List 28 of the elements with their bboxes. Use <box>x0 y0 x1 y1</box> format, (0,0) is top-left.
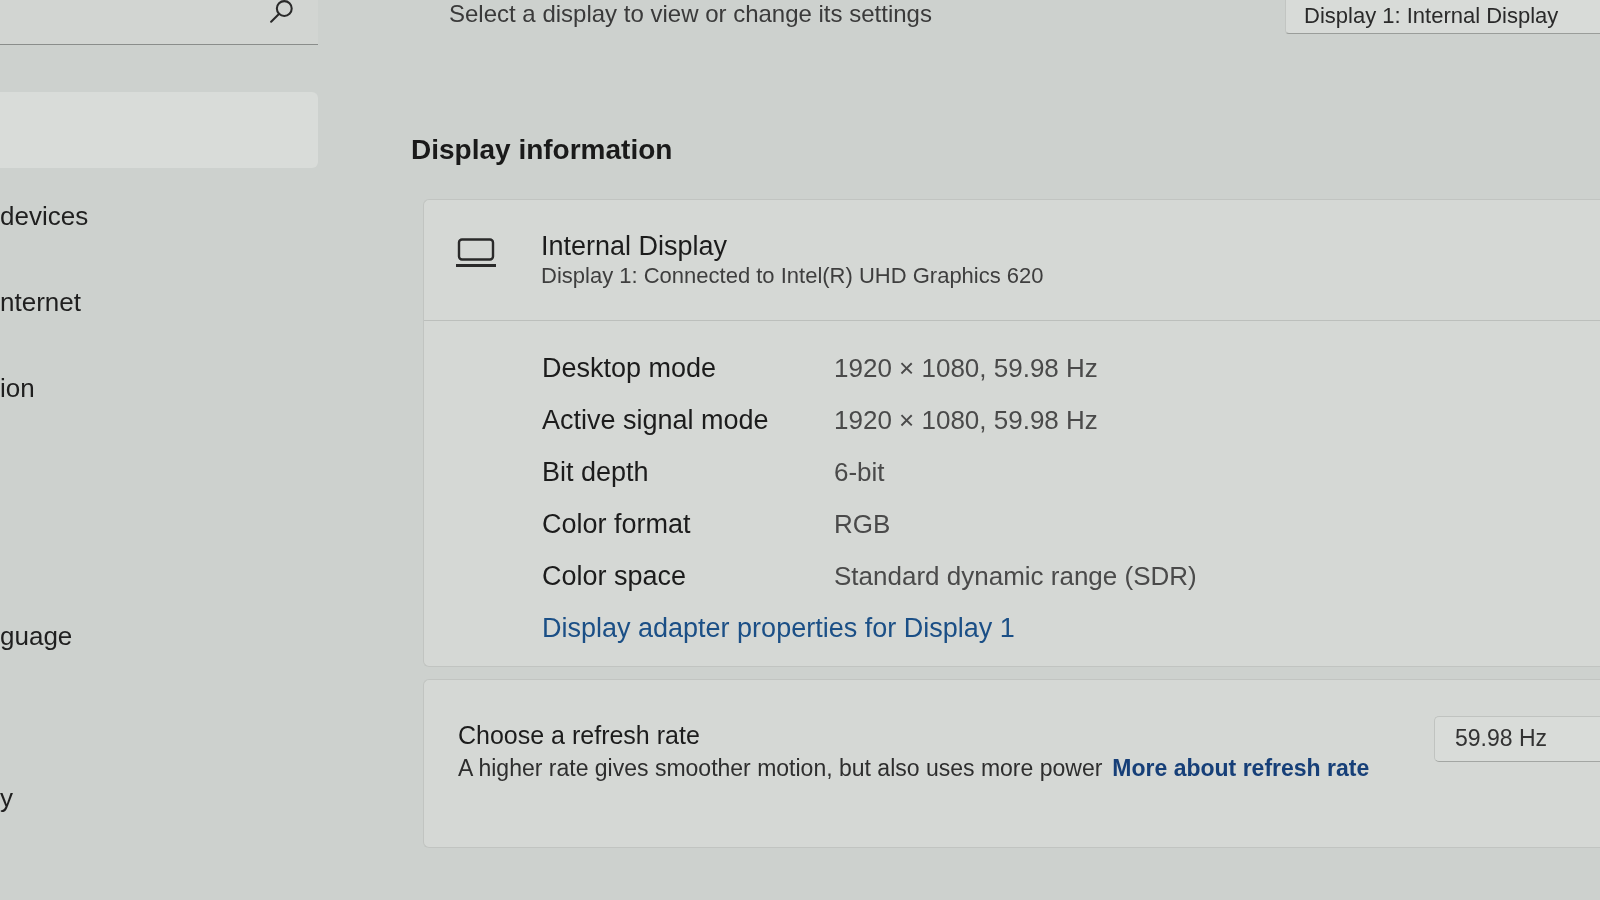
more-about-link[interactable]: More about refresh rate <box>1112 755 1370 781</box>
laptop-icon <box>455 238 497 268</box>
property-value: 1920 × 1080, 59.98 Hz <box>834 352 1098 384</box>
display-name: Internal Display <box>541 230 729 262</box>
property-value: 6-bit <box>834 456 885 488</box>
instruction-text: Select a display to view or change its settings <box>449 0 932 28</box>
sidebar-item[interactable]: ion <box>0 350 318 426</box>
sidebar-item[interactable]: y <box>0 760 318 836</box>
property-value: RGB <box>834 508 891 540</box>
refresh-rate-description: A higher rate gives smoother motion, but also uses more power <box>458 755 1103 781</box>
adapter-properties-link[interactable]: Display adapter properties for Display 1 <box>542 612 1015 644</box>
property-label: Desktop mode <box>542 352 718 384</box>
sidebar-item[interactable]: guage <box>0 598 318 674</box>
property-value: 1920 × 1080, 59.98 Hz <box>834 404 1098 436</box>
sidebar-item[interactable]: devices <box>0 178 318 254</box>
property-label: Color space <box>542 560 688 592</box>
display-dropdown[interactable]: Display 1: Internal Display <box>1285 0 1600 34</box>
property-label: Active signal mode <box>542 404 770 436</box>
property-value: Standard dynamic range (SDR) <box>834 560 1197 592</box>
sidebar-item[interactable]: nternet <box>0 264 318 340</box>
property-label: Color format <box>542 508 692 540</box>
property-label: Bit depth <box>542 456 650 488</box>
search-icon <box>270 0 294 24</box>
search-field[interactable] <box>0 0 318 45</box>
section-title: Display information <box>411 133 674 167</box>
display-description: Display 1: Connected to Intel(R) UHD Graphics 620 <box>541 262 1044 290</box>
refresh-rate-dropdown[interactable]: 59.98 Hz <box>1434 716 1600 762</box>
refresh-rate-title: Choose a refresh rate <box>458 720 701 750</box>
